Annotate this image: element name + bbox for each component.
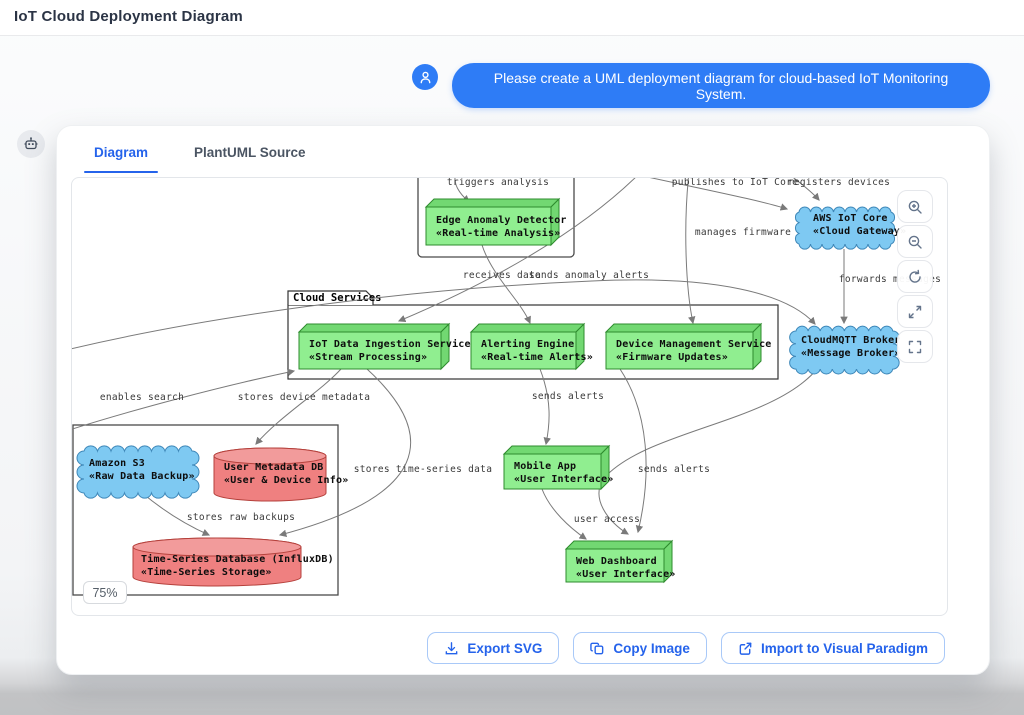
- svg-text:User Metadata DB: User Metadata DB: [224, 462, 324, 473]
- fit-screen-button[interactable]: [897, 330, 933, 363]
- zoom-in-icon: [907, 199, 923, 215]
- bot-avatar: [17, 130, 45, 158]
- tab-bar: Diagram PlantUML Source: [84, 139, 316, 173]
- svg-text:Alerting Engine: Alerting Engine: [481, 338, 574, 350]
- expand-button[interactable]: [897, 295, 933, 328]
- zoom-controls: [897, 190, 933, 363]
- action-bar: Export SVG Copy Image Import to Visual P…: [57, 632, 945, 664]
- expand-icon: [907, 304, 923, 320]
- download-icon: [444, 641, 459, 656]
- svg-text:manages firmware: manages firmware: [695, 227, 791, 238]
- node-cloudmqtt-broker: CloudMQTT Broker «Message Broker»: [790, 326, 901, 374]
- svg-text:triggers analysis: triggers analysis: [447, 178, 549, 188]
- svg-text:stores device metadata: stores device metadata: [238, 392, 370, 403]
- copy-image-label: Copy Image: [613, 641, 690, 656]
- import-to-visual-paradigm-label: Import to Visual Paradigm: [761, 641, 928, 656]
- svg-text:«User Interface»: «User Interface»: [576, 569, 676, 580]
- svg-text:Time-Series Database (InfluxDB: Time-Series Database (InfluxDB): [141, 553, 334, 565]
- svg-text:AWS IoT Core: AWS IoT Core: [813, 213, 888, 224]
- svg-text:«Raw Data Backup»: «Raw Data Backup»: [89, 471, 195, 482]
- svg-text:Mobile App: Mobile App: [514, 460, 576, 472]
- svg-text:sends anomaly alerts: sends anomaly alerts: [529, 270, 649, 281]
- node-aws-iot-core: AWS IoT Core «Cloud Gateway»: [795, 207, 906, 249]
- svg-text:sends alerts: sends alerts: [638, 464, 710, 475]
- zoom-level-badge: 75%: [83, 581, 127, 604]
- svg-text:Device Management Service: Device Management Service: [616, 338, 772, 350]
- page-title: IoT Cloud Deployment Diagram: [14, 8, 243, 25]
- svg-text:«Message Broker»: «Message Broker»: [801, 348, 901, 359]
- svg-text:Edge Anomaly Detector: Edge Anomaly Detector: [436, 215, 567, 226]
- svg-text:stores time-series data: stores time-series data: [354, 464, 492, 475]
- uml-deployment-diagram: Cloud Services: [72, 178, 947, 615]
- node-edge-anomaly-detector: Edge Anomaly Detector «Real-time Analysi…: [426, 199, 567, 245]
- zoom-out-icon: [907, 234, 923, 250]
- svg-text:«Firmware Updates»: «Firmware Updates»: [616, 351, 728, 363]
- person-icon: [418, 70, 433, 85]
- node-mobile-app: Mobile App «User Interface»: [504, 446, 614, 489]
- export-svg-button[interactable]: Export SVG: [427, 632, 559, 664]
- window-header: IoT Cloud Deployment Diagram: [0, 0, 1024, 36]
- svg-text:«Stream Processing»: «Stream Processing»: [309, 351, 427, 363]
- reset-view-button[interactable]: [897, 260, 933, 293]
- svg-text:registers devices: registers devices: [788, 178, 890, 188]
- svg-text:«Real-time Alerts»: «Real-time Alerts»: [481, 351, 593, 363]
- svg-text:Amazon S3: Amazon S3: [89, 458, 145, 469]
- svg-text:user access: user access: [574, 514, 640, 525]
- svg-text:CloudMQTT Broker: CloudMQTT Broker: [801, 335, 901, 346]
- node-iot-data-ingestion-service: IoT Data Ingestion Service «Stream Proce…: [299, 324, 471, 369]
- copy-icon: [590, 641, 605, 656]
- diagram-card: Diagram PlantUML Source Cloud Services: [56, 125, 990, 675]
- import-to-visual-paradigm-button[interactable]: Import to Visual Paradigm: [721, 632, 945, 664]
- export-svg-label: Export SVG: [467, 641, 542, 656]
- fit-screen-icon: [907, 339, 923, 355]
- robot-icon: [23, 136, 39, 152]
- svg-text:«Time-Series Storage»: «Time-Series Storage»: [141, 566, 272, 578]
- svg-text:stores raw backups: stores raw backups: [187, 512, 295, 523]
- svg-text:IoT Data Ingestion Service: IoT Data Ingestion Service: [309, 338, 471, 350]
- external-link-icon: [738, 641, 753, 656]
- svg-text:«Real-time Analysis»: «Real-time Analysis»: [436, 227, 560, 239]
- node-device-management-service: Device Management Service «Firmware Upda…: [606, 324, 772, 369]
- svg-text:«User Interface»: «User Interface»: [514, 474, 614, 485]
- tab-plantuml-source[interactable]: PlantUML Source: [184, 139, 316, 173]
- svg-text:«User & Device Info»: «User & Device Info»: [224, 474, 348, 486]
- tab-diagram[interactable]: Diagram: [84, 139, 158, 173]
- chat-message-bubble: Please create a UML deployment diagram f…: [452, 63, 990, 108]
- zoom-in-button[interactable]: [897, 190, 933, 223]
- node-amazon-s3: Amazon S3 «Raw Data Backup»: [77, 446, 199, 498]
- diagram-viewport[interactable]: Cloud Services: [71, 177, 948, 616]
- svg-text:publishes to IoT Core: publishes to IoT Core: [672, 178, 798, 188]
- copy-image-button[interactable]: Copy Image: [573, 632, 707, 664]
- node-alerting-engine: Alerting Engine «Real-time Alerts»: [471, 324, 593, 369]
- svg-text:Web Dashboard: Web Dashboard: [576, 556, 657, 567]
- zoom-out-button[interactable]: [897, 225, 933, 258]
- node-web-dashboard: Web Dashboard «User Interface»: [566, 541, 676, 582]
- user-avatar: [412, 64, 438, 90]
- svg-text:«Cloud Gateway»: «Cloud Gateway»: [813, 226, 906, 237]
- svg-text:sends alerts: sends alerts: [532, 391, 604, 402]
- svg-text:enables search: enables search: [100, 392, 184, 403]
- reset-icon: [907, 269, 923, 285]
